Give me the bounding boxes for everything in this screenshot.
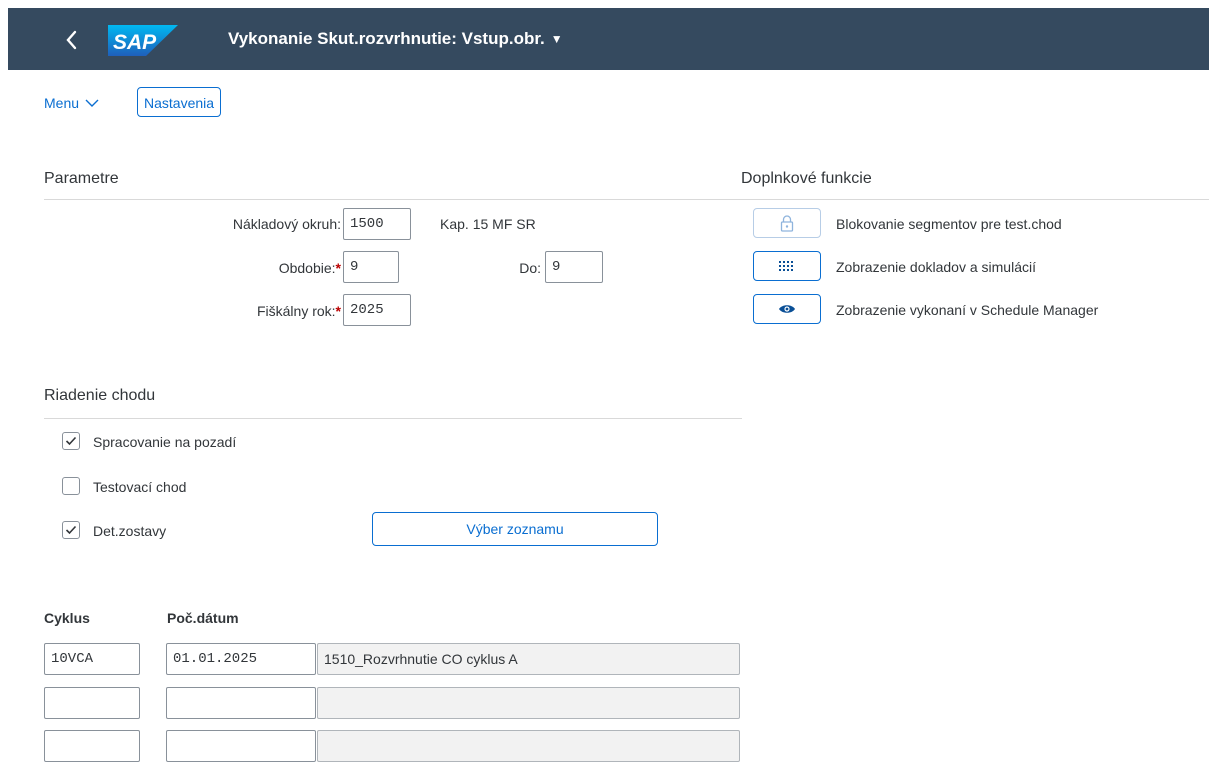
cycle-description (317, 687, 740, 719)
period-field[interactable]: 9 (343, 251, 399, 283)
menu-button[interactable]: Menu (44, 94, 99, 112)
start-date-field[interactable] (166, 730, 316, 762)
run-control-divider (44, 418, 742, 419)
schedule-manager-label: Zobrazenie vykonaní v Schedule Manager (836, 302, 1099, 318)
list-selection-button[interactable]: Výber zoznamu (372, 512, 658, 546)
eye-icon (779, 305, 795, 313)
cost-center-field[interactable]: 1500 (343, 208, 411, 240)
extra-functions-title: Doplnkové funkcie (741, 170, 872, 187)
parameters-divider (44, 199, 742, 200)
cycle-column-header: Cyklus (44, 610, 90, 626)
test-run-checkbox[interactable] (62, 477, 80, 495)
start-date-field[interactable] (166, 687, 316, 719)
background-processing-label: Spracovanie na pozadí (93, 434, 237, 450)
menu-label: Menu (44, 95, 80, 111)
shell-bar: SAP Vykonanie Skut.rozvrhnutie: Vstup.ob… (8, 8, 1209, 70)
test-run-label: Testovací chod (93, 479, 187, 495)
cost-center-label: Nákladový okruh: (232, 216, 341, 232)
required-indicator: * (335, 260, 341, 276)
settings-button[interactable]: Nastavenia (137, 87, 222, 117)
caret-down-icon: ▼ (550, 32, 563, 46)
period-label: Obdobie:* (278, 260, 341, 276)
app-title-menu[interactable]: Vykonanie Skut.rozvrhnutie: Vstup.obr. ▼ (228, 28, 563, 50)
cycle-field[interactable] (44, 730, 140, 762)
detail-lists-label: Det.zostavy (93, 523, 167, 539)
checkmark-icon (65, 525, 77, 535)
start-date-column-header: Poč.dátum (167, 610, 239, 626)
background-processing-checkbox[interactable] (62, 432, 80, 450)
back-button[interactable] (56, 24, 88, 56)
lock-icon (780, 214, 794, 232)
chevron-down-icon (85, 99, 99, 107)
checkmark-icon (65, 436, 77, 446)
detail-lists-checkbox[interactable] (62, 521, 80, 539)
period-to-field[interactable]: 9 (545, 251, 603, 283)
show-documents-label: Zobrazenie dokladov a simulácií (836, 259, 1036, 275)
run-control-title: Riadenie chodu (44, 387, 156, 404)
show-documents-button[interactable] (753, 251, 821, 281)
cycle-description (317, 730, 740, 762)
lock-segments-button[interactable] (753, 208, 821, 238)
fiscal-year-label: Fiškálny rok:* (256, 303, 341, 319)
cycle-description: 1510_Rozvrhnutie CO cyklus A (317, 643, 740, 675)
documents-icon (779, 261, 793, 271)
extra-functions-divider (741, 199, 1209, 200)
period-to-label: Do: (519, 260, 541, 276)
required-indicator: * (335, 303, 341, 319)
lock-segments-label: Blokovanie segmentov pre test.chod (836, 216, 1062, 232)
cycle-field[interactable] (44, 687, 140, 719)
parameters-title: Parametre (44, 170, 119, 187)
sap-logo[interactable]: SAP (108, 25, 178, 56)
svg-text:SAP: SAP (113, 31, 157, 54)
schedule-manager-button[interactable] (753, 294, 821, 324)
cycle-field[interactable]: 10VCA (44, 643, 140, 675)
fiscal-year-field[interactable]: 2025 (343, 294, 411, 326)
start-date-field[interactable]: 01.01.2025 (166, 643, 316, 675)
cost-center-description: Kap. 15 MF SR (440, 216, 536, 232)
chevron-left-icon (66, 30, 77, 50)
app-title: Vykonanie Skut.rozvrhnutie: Vstup.obr. (228, 29, 545, 48)
